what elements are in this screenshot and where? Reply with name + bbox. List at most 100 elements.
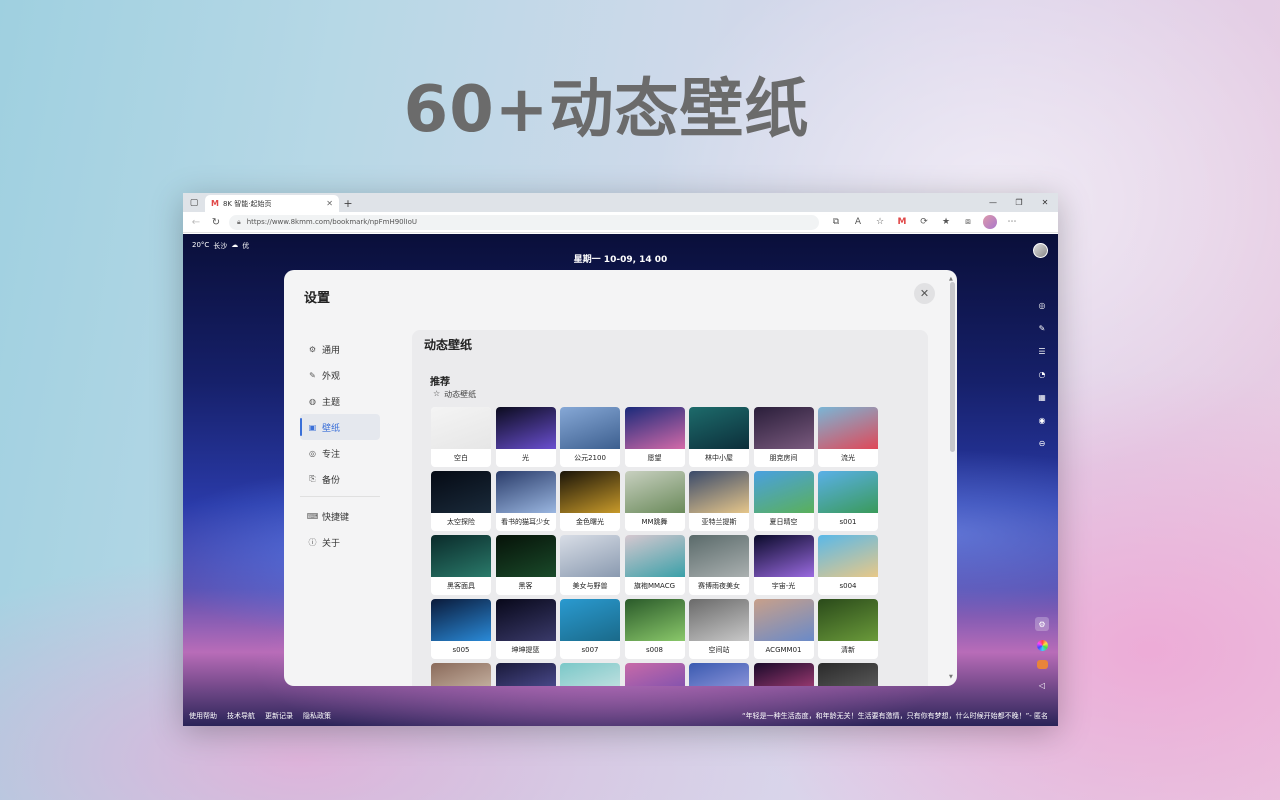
wallpaper-card[interactable]: s007	[560, 599, 620, 659]
footer-links: 使用帮助 技术导航 更新记录 隐私政策	[189, 711, 331, 721]
favorite-star-icon[interactable]: ☆	[873, 215, 887, 229]
wallpaper-card[interactable]: 黑客面具	[431, 535, 491, 595]
wallpaper-card[interactable]	[624, 663, 685, 686]
weather-widget[interactable]: 20°C 长沙 ☁ 优	[192, 241, 249, 251]
wallpaper-card[interactable]: 愿望	[624, 407, 685, 467]
date-time: 星期一 10-09, 14 00	[573, 255, 668, 265]
wallpaper-card[interactable]: 朋克房间	[753, 407, 814, 467]
sidebar-item-appearance[interactable]: ✎ 外观	[300, 362, 380, 388]
read-aloud-icon[interactable]: A	[851, 215, 865, 229]
group-title: 推荐	[430, 377, 450, 388]
wallpaper-icon[interactable]	[1036, 660, 1048, 669]
extension-m-icon[interactable]: M	[895, 215, 909, 229]
sidebar-item-shortcuts[interactable]: ⌨ 快捷键	[300, 503, 380, 529]
sidebar-item-general[interactable]: ⚙ 通用	[300, 336, 380, 362]
sidebar-item-wallpaper[interactable]: ▣ 壁纸	[300, 414, 380, 440]
sidebar-divider	[300, 496, 380, 497]
volume-icon[interactable]: ◁	[1035, 678, 1049, 692]
wallpaper-card[interactable]: s001	[818, 471, 878, 531]
sidebar-item-about[interactable]: ⓘ 关于	[300, 529, 380, 555]
wallpaper-label: 黑客面具	[447, 582, 475, 590]
wallpaper-card[interactable]: 美女与野兽	[560, 535, 620, 595]
wallpaper-card[interactable]: 旗袍MMACG	[624, 535, 685, 595]
profile-icon[interactable]	[983, 215, 997, 229]
sidebar-item-label: 专注	[322, 449, 341, 460]
avatar[interactable]	[1033, 243, 1048, 258]
wallpaper-card[interactable]: 清新	[818, 599, 878, 659]
right-dock-bottom: ⚙ ◁	[1034, 617, 1050, 692]
wallpaper-card[interactable]	[560, 663, 620, 686]
wallpaper-card[interactable]: 宇宙-光	[753, 535, 814, 595]
scrollbar-thumb[interactable]	[950, 282, 955, 452]
browser-tab[interactable]: M 8K 智能·起始页 ✕	[205, 195, 339, 212]
minus-circle-icon[interactable]: ⊖	[1036, 437, 1048, 449]
wallpaper-card[interactable]: 金色曙光	[560, 471, 620, 531]
new-tab-button[interactable]: +	[339, 195, 357, 212]
wallpaper-card[interactable]: 太空探险	[431, 471, 491, 531]
wallpaper-card[interactable]: 夏日晴空	[753, 471, 814, 531]
footer-link-changelog[interactable]: 更新记录	[265, 711, 293, 721]
wallpaper-card[interactable]	[818, 663, 878, 686]
footer-link-help[interactable]: 使用帮助	[189, 711, 217, 721]
wallpaper-card[interactable]	[753, 663, 814, 686]
favorites-icon[interactable]: ★	[939, 215, 953, 229]
wallpaper-card[interactable]	[431, 663, 491, 686]
globe-icon[interactable]: ◎	[1036, 299, 1048, 311]
wallpaper-card[interactable]: 看书的猫耳少女	[495, 471, 556, 531]
wallpaper-card[interactable]: 亚特兰提斯	[689, 471, 749, 531]
weather-temp: 20°C	[192, 241, 210, 249]
calendar-icon[interactable]: ▦	[1036, 391, 1048, 403]
wallpaper-thumbnail	[431, 535, 491, 577]
bell-icon[interactable]: ◔	[1036, 368, 1048, 380]
wallpaper-card[interactable]: s004	[818, 535, 878, 595]
sidebar-item-focus[interactable]: ◎ 专注	[300, 440, 380, 466]
sidebar-item-label: 关于	[322, 538, 341, 549]
close-window-button[interactable]: ✕	[1032, 193, 1058, 212]
wallpaper-card[interactable]: s005	[431, 599, 491, 659]
wallpaper-thumbnail	[753, 663, 814, 686]
wallpaper-card[interactable]: 空白	[431, 407, 491, 467]
wallpaper-thumbnail	[818, 535, 878, 577]
wallpaper-card[interactable]: 流光	[818, 407, 878, 467]
wallpaper-label: 流光	[841, 454, 855, 462]
list-icon[interactable]: ☰	[1036, 345, 1048, 357]
wallpaper-thumbnail	[689, 663, 749, 686]
wallpaper-label: 夏日晴空	[769, 518, 798, 526]
extension-icon[interactable]: ⟳	[917, 215, 931, 229]
open-app-icon[interactable]: ⧉	[829, 215, 843, 229]
minimize-button[interactable]: —	[980, 193, 1006, 212]
wallpaper-card[interactable]: 公元2100	[560, 407, 620, 467]
sidebar-item-backup[interactable]: ⎘ 备份	[300, 466, 380, 492]
wallpaper-card[interactable]: s008	[624, 599, 685, 659]
wallpaper-card[interactable]: 空间站	[689, 599, 749, 659]
restore-button[interactable]: ❐	[1006, 193, 1032, 212]
wallpaper-label: s008	[645, 646, 663, 654]
wallpaper-card[interactable]: 黑客	[495, 535, 556, 595]
wallpaper-card[interactable]: ACGMM01	[753, 599, 814, 659]
scroll-down-icon[interactable]: ▼	[949, 674, 953, 680]
wallpaper-thumbnail	[753, 407, 814, 449]
wallpaper-card[interactable]	[689, 663, 749, 686]
footer-link-privacy[interactable]: 隐私政策	[303, 711, 331, 721]
refresh-icon[interactable]: ↻	[209, 215, 223, 229]
wallpaper-card[interactable]	[495, 663, 556, 686]
footer-link-nav[interactable]: 技术导航	[227, 711, 255, 721]
settings-icon[interactable]: ⚙	[1035, 617, 1049, 631]
tab-close-icon[interactable]: ✕	[326, 199, 333, 208]
sidebar-item-theme[interactable]: ◍ 主题	[300, 388, 380, 414]
wallpaper-card[interactable]: MM跳舞	[624, 471, 685, 531]
address-bar[interactable]: 🔒︎ https://www.8kmm.com/bookmark/npFmH90…	[229, 214, 819, 230]
scrollbar[interactable]: ▲ ▼	[949, 276, 955, 680]
note-icon[interactable]: ✎	[1036, 322, 1048, 334]
tab-actions-icon[interactable]: ▢	[183, 193, 205, 212]
back-icon[interactable]: ←	[189, 215, 203, 229]
wallpaper-card[interactable]: 林中小屋	[689, 407, 749, 467]
wallpaper-card[interactable]: 坤坤提篮	[495, 599, 556, 659]
collections-icon[interactable]: ⧈	[961, 215, 975, 229]
compass-icon[interactable]: ◉	[1036, 414, 1048, 426]
color-wheel-icon[interactable]	[1036, 640, 1048, 651]
close-icon[interactable]: ✕	[914, 283, 935, 304]
more-icon[interactable]: ⋯	[1005, 215, 1019, 229]
wallpaper-card[interactable]: 赛博雨夜美女	[689, 535, 749, 595]
wallpaper-card[interactable]: 光	[495, 407, 556, 467]
